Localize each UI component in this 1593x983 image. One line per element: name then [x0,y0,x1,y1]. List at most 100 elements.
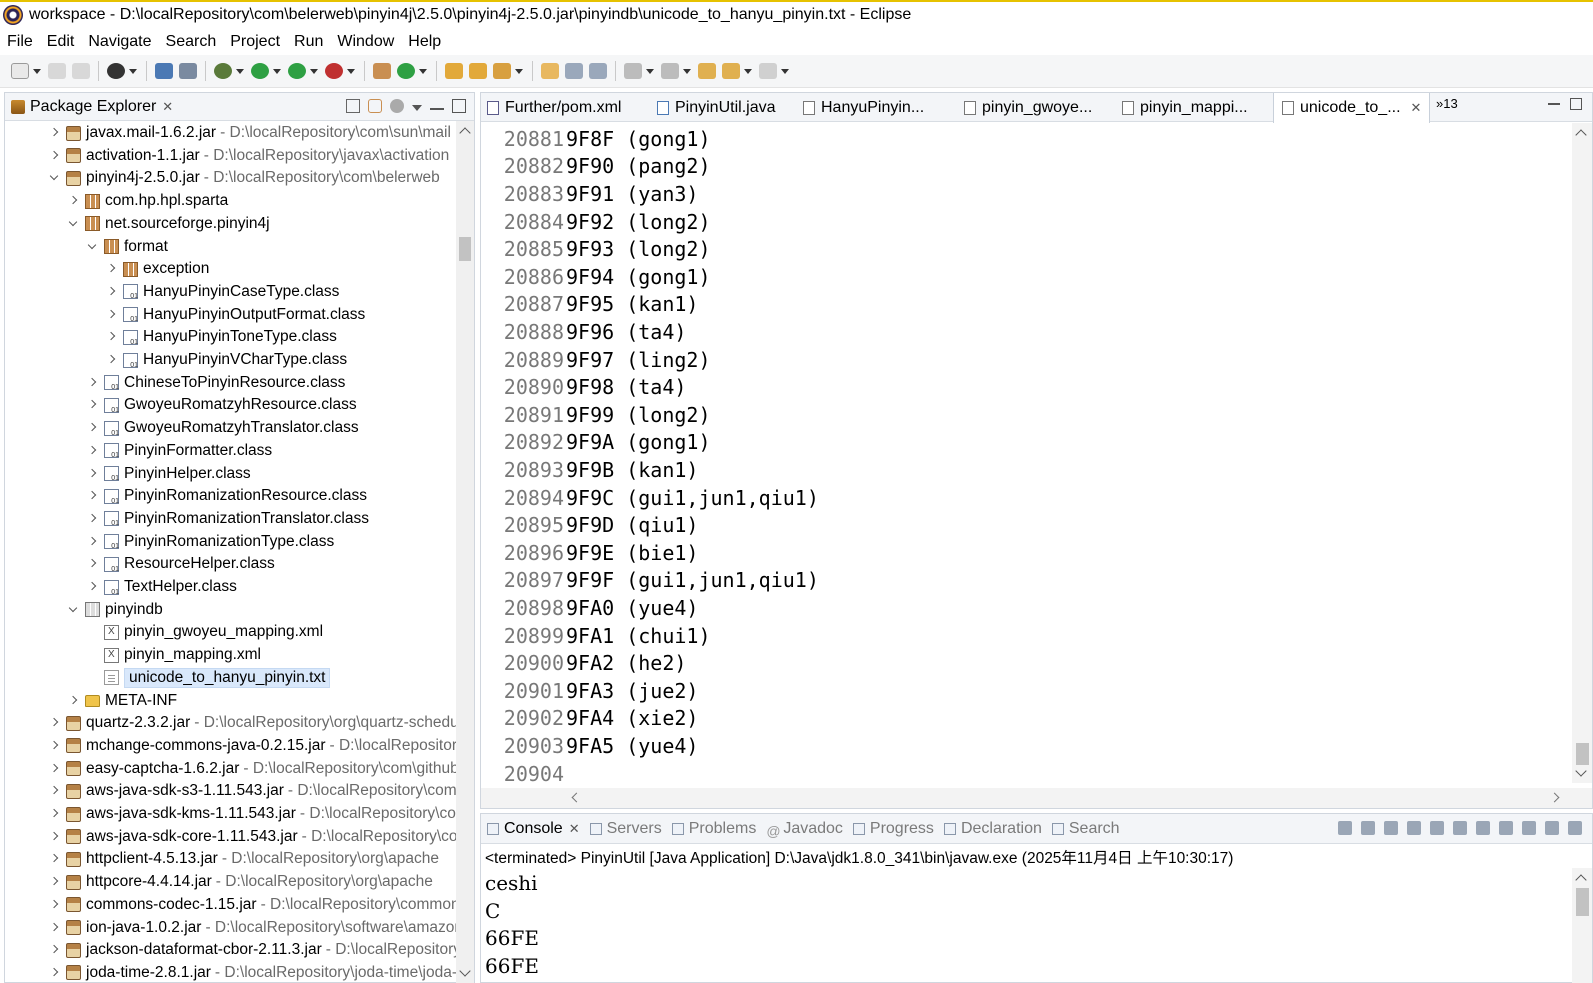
tree-item[interactable]: unicode_to_hanyu_pinyin.txt [87,667,331,689]
new-icon[interactable] [11,63,29,79]
menu-navigate[interactable]: Navigate [81,33,158,51]
editor-line[interactable]: 20892 9F9A (gong1) [481,429,711,457]
editor-line[interactable]: 20882 9F90 (pang2) [481,153,711,181]
editor-line[interactable]: 20901 9FA3 (jue2) [481,677,699,705]
close-icon[interactable]: ✕ [1411,100,1422,116]
external-tools-dropdown-icon[interactable] [347,68,355,74]
tree-item[interactable]: pinyin4j-2.5.0.jar - D:\localRepository\c… [49,167,440,189]
editor-line[interactable]: 20904 [481,760,566,788]
new-class-dropdown-icon[interactable] [419,68,427,74]
show-whitespace-icon[interactable] [589,63,607,79]
chevron-right-icon[interactable] [87,423,97,433]
collapse-all-icon[interactable] [346,99,360,113]
save-icon[interactable] [48,63,66,79]
chevron-right-icon[interactable] [49,854,59,864]
profile-icon[interactable] [107,63,125,79]
chevron-right-icon[interactable] [87,469,97,479]
scroll-up-icon[interactable] [1575,129,1587,141]
tree-item[interactable]: ResourceHelper.class [87,553,275,575]
tab-declaration[interactable]: Declaration [943,820,1042,838]
tree-item[interactable]: HanyuPinyinToneType.class [106,326,337,348]
tab-console[interactable]: Console ✕ [487,820,580,838]
coverage-dropdown-icon[interactable] [310,68,318,74]
console-scrollbar[interactable] [1572,868,1592,983]
coverage-icon[interactable] [288,63,306,79]
editor-line[interactable]: 20883 9F91 (yan3) [481,180,699,208]
chevron-down-icon[interactable] [87,242,97,252]
chevron-down-icon[interactable] [68,219,78,229]
editor-line[interactable]: 20895 9F9D (qiu1) [481,511,699,539]
tree-item[interactable]: exception [106,258,209,280]
chevron-right-icon[interactable] [49,151,59,161]
editor-line[interactable]: 20885 9F93 (long2) [481,235,711,263]
toggle-mark-icon[interactable] [541,63,559,79]
chevron-right-icon[interactable] [87,446,97,456]
tree-item[interactable]: aws-java-sdk-core-1.11.543.jar - D:\local… [49,826,457,848]
back-icon[interactable] [722,63,740,79]
remove-all-icon[interactable] [1384,821,1398,835]
block-selection-icon[interactable] [565,63,583,79]
editor-line[interactable]: 20884 9F92 (long2) [481,208,711,236]
editor-line[interactable]: 20893 9F9B (kan1) [481,456,699,484]
forward-icon[interactable] [759,63,777,79]
tree-item[interactable]: META-INF [68,690,177,712]
chevron-right-icon[interactable] [106,355,116,365]
editor-line[interactable]: 20903 9FA5 (yue4) [481,732,699,760]
next-annotation-icon[interactable] [624,63,642,79]
tab-progress[interactable]: Progress [852,820,934,838]
text-editor[interactable]: 20881 9F8F (gong1) 20882 9F90 (pang2) 20883 9… [481,123,1592,793]
new-dropdown-icon[interactable] [33,68,41,74]
remove-launch-icon[interactable] [1361,821,1375,835]
tree-item[interactable]: PinyinRomanizationTranslator.class [87,508,369,530]
tree-item[interactable]: aws-java-sdk-s3-1.11.543.jar - D:\localRe… [49,780,457,802]
filter-icon[interactable] [390,99,404,113]
maximize-icon[interactable] [452,99,466,113]
run-icon[interactable] [251,63,269,79]
tree-item[interactable]: jackson-dataformat-cbor-2.11.3.jar - D:\l… [49,939,457,961]
chevron-right-icon[interactable] [87,378,97,388]
link-with-editor-icon[interactable] [368,99,382,113]
external-tools-icon[interactable] [325,63,343,79]
back-dropdown-icon[interactable] [744,68,752,74]
menu-run[interactable]: Run [287,33,330,51]
chevron-right-icon[interactable] [87,491,97,501]
menu-window[interactable]: Window [330,33,401,51]
tree-item[interactable]: HanyuPinyinVCharType.class [106,349,347,371]
scroll-thumb[interactable] [459,237,471,261]
save-all-icon[interactable] [72,63,90,79]
editor-line[interactable]: 20896 9F9E (bie1) [481,539,699,567]
tree-item[interactable]: pinyindb [68,599,163,621]
chevron-right-icon[interactable] [49,809,59,819]
console-output[interactable]: ceshi C 66FE 66FE [485,870,539,980]
editor-vertical-scrollbar[interactable] [1572,123,1592,783]
editor-line[interactable]: 20899 9FA1 (chui1) [481,622,711,650]
tree-item[interactable]: quartz-2.3.2.jar - D:\localRepository\org… [49,712,457,734]
scroll-up-icon[interactable] [1575,874,1587,886]
minimize-icon[interactable] [1548,102,1560,105]
new-class-icon[interactable] [397,63,415,79]
chevron-right-icon[interactable] [49,832,59,842]
editor-line[interactable]: 20898 9FA0 (yue4) [481,594,699,622]
tab-javadoc[interactable]: @ Javadoc [766,820,843,839]
open-task-icon[interactable] [469,63,487,79]
scroll-thumb[interactable] [1576,743,1589,765]
tree-item[interactable]: net.sourceforge.pinyin4j [68,213,270,235]
search-tool-dropdown-icon[interactable] [515,68,523,74]
editor-line[interactable]: 20902 9FA4 (xie2) [481,705,699,733]
tree-item[interactable]: TextHelper.class [87,576,237,598]
menu-help[interactable]: Help [401,33,448,51]
tree-item[interactable]: easy-captcha-1.6.2.jar - D:\localReposito… [49,758,457,780]
tree-item[interactable]: pinyin_mapping.xml [87,644,261,666]
chevron-right-icon[interactable] [49,945,59,955]
scroll-left-icon[interactable] [571,792,582,803]
tree-item[interactable]: ion-java-1.0.2.jar - D:\localRepository\s… [49,917,457,939]
scroll-up-icon[interactable] [459,127,471,139]
chevron-right-icon[interactable] [87,514,97,524]
editor-line[interactable]: 20888 9F96 (ta4) [481,318,687,346]
tree-item[interactable]: joda-time-2.8.1.jar - D:\localRepository\… [49,962,457,983]
last-edit-location-icon[interactable] [698,63,716,79]
tab-search[interactable]: Search [1051,820,1120,838]
chevron-right-icon[interactable] [87,582,97,592]
tree-item[interactable]: ChineseToPinyinResource.class [87,372,345,394]
tree-item[interactable]: com.hp.hpl.sparta [68,190,228,212]
